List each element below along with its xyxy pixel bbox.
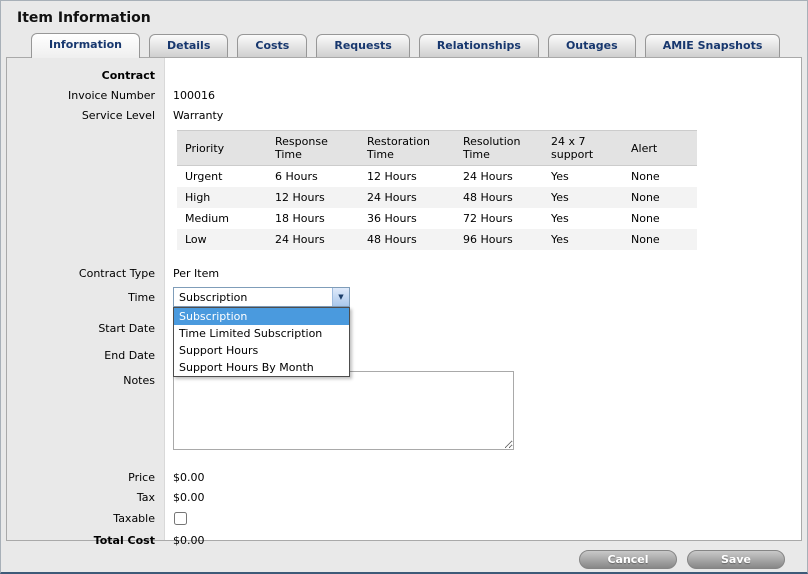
- taxable-row: Taxable: [7, 507, 801, 529]
- taxable-label: Taxable: [7, 512, 165, 525]
- total-cost-value: $0.00: [165, 534, 205, 547]
- table-header: 24 x 7 support: [543, 131, 623, 166]
- cancel-button[interactable]: Cancel: [579, 550, 677, 569]
- table-cell: 24 Hours: [455, 166, 543, 188]
- table-cell: 24 Hours: [359, 187, 455, 208]
- table-header: Alert: [623, 131, 697, 166]
- end-date-row: End Date: [7, 342, 801, 369]
- table-cell: Yes: [543, 208, 623, 229]
- page-title: Item Information: [1, 1, 807, 28]
- price-label: Price: [7, 471, 165, 484]
- table-cell: Yes: [543, 187, 623, 208]
- table-header: Resolution Time: [455, 131, 543, 166]
- dropdown-option-subscription[interactable]: Subscription: [174, 308, 349, 325]
- table-cell: 36 Hours: [359, 208, 455, 229]
- table-cell: Low: [177, 229, 267, 250]
- start-date-row: Start Date: [7, 315, 801, 342]
- chevron-down-icon[interactable]: ▼: [332, 288, 349, 306]
- table-header: Restoration Time: [359, 131, 455, 166]
- tab-costs[interactable]: Costs: [237, 34, 307, 57]
- tab-details[interactable]: Details: [149, 34, 228, 57]
- save-button[interactable]: Save: [687, 550, 785, 569]
- table-cell: Medium: [177, 208, 267, 229]
- table-cell: 12 Hours: [267, 187, 359, 208]
- tab-relationships[interactable]: Relationships: [419, 34, 539, 57]
- end-date-label: End Date: [7, 349, 165, 362]
- table-cell: 24 Hours: [267, 229, 359, 250]
- table-cell: None: [623, 208, 697, 229]
- price-row: Price $0.00: [7, 467, 801, 487]
- contract-section-row: Contract: [7, 65, 801, 85]
- contract-type-label: Contract Type: [7, 267, 165, 280]
- total-cost-label: Total Cost: [7, 534, 165, 547]
- table-row: Urgent 6 Hours 12 Hours 24 Hours Yes Non…: [177, 166, 697, 188]
- total-cost-row: Total Cost $0.00: [7, 529, 801, 552]
- table-cell: None: [623, 166, 697, 188]
- contract-type-row: Contract Type Per Item: [7, 263, 801, 283]
- table-cell: 48 Hours: [359, 229, 455, 250]
- table-cell: None: [623, 229, 697, 250]
- time-select[interactable]: Subscription ▼: [173, 287, 350, 307]
- dropdown-option-support-hours-by-month[interactable]: Support Hours By Month: [174, 359, 349, 376]
- table-cell: 72 Hours: [455, 208, 543, 229]
- table-header: Priority: [177, 131, 267, 166]
- start-date-label: Start Date: [7, 322, 165, 335]
- taxable-checkbox[interactable]: [174, 512, 187, 525]
- contract-type-value: Per Item: [165, 267, 219, 280]
- table-cell: 18 Hours: [267, 208, 359, 229]
- money-block: Price $0.00 Tax $0.00 Taxable Total Cost…: [7, 467, 801, 552]
- table-row: Medium 18 Hours 36 Hours 72 Hours Yes No…: [177, 208, 697, 229]
- tax-value: $0.00: [165, 491, 205, 504]
- notes-label: Notes: [7, 371, 165, 387]
- table-cell: Yes: [543, 166, 623, 188]
- time-row: Time Subscription ▼ Subscription Time Li…: [7, 287, 801, 307]
- table-cell: Yes: [543, 229, 623, 250]
- table-cell: None: [623, 187, 697, 208]
- tab-requests[interactable]: Requests: [316, 34, 409, 57]
- invoice-number-row: Invoice Number 100016: [7, 85, 801, 105]
- notes-textarea[interactable]: [173, 371, 514, 450]
- table-cell: 6 Hours: [267, 166, 359, 188]
- tab-amie-snapshots[interactable]: AMIE Snapshots: [645, 34, 781, 57]
- time-select-wrap: Subscription ▼ Subscription Time Limited…: [173, 287, 350, 307]
- table-cell: High: [177, 187, 267, 208]
- table-cell: 12 Hours: [359, 166, 455, 188]
- sla-table: Priority Response Time Restoration Time …: [177, 130, 697, 250]
- service-level-row: Service Level Warranty: [7, 105, 801, 125]
- service-level-label: Service Level: [7, 109, 165, 122]
- time-label: Time: [7, 291, 165, 304]
- table-cell: 48 Hours: [455, 187, 543, 208]
- time-dropdown-list: Subscription Time Limited Subscription S…: [173, 307, 350, 377]
- tab-outages[interactable]: Outages: [548, 34, 636, 57]
- tabbar: Information Details Costs Requests Relat…: [1, 28, 807, 57]
- notes-row: Notes: [7, 371, 801, 450]
- item-information-window: Item Information Information Details Cos…: [0, 0, 808, 574]
- dropdown-option-support-hours[interactable]: Support Hours: [174, 342, 349, 359]
- time-select-value: Subscription: [174, 291, 332, 304]
- table-header: Response Time: [267, 131, 359, 166]
- service-level-value: Warranty: [165, 109, 223, 122]
- table-cell: Urgent: [177, 166, 267, 188]
- invoice-number-value: 100016: [165, 89, 215, 102]
- invoice-number-label: Invoice Number: [7, 89, 165, 102]
- tax-row: Tax $0.00: [7, 487, 801, 507]
- sla-table-header-row: Priority Response Time Restoration Time …: [177, 131, 697, 166]
- table-row: High 12 Hours 24 Hours 48 Hours Yes None: [177, 187, 697, 208]
- contract-section-label: Contract: [7, 69, 165, 82]
- dropdown-option-time-limited-subscription[interactable]: Time Limited Subscription: [174, 325, 349, 342]
- tax-label: Tax: [7, 491, 165, 504]
- table-cell: 96 Hours: [455, 229, 543, 250]
- contract-form-panel: Contract Invoice Number 100016 Service L…: [6, 57, 802, 541]
- tab-information[interactable]: Information: [31, 33, 140, 58]
- table-row: Low 24 Hours 48 Hours 96 Hours Yes None: [177, 229, 697, 250]
- price-value: $0.00: [165, 471, 205, 484]
